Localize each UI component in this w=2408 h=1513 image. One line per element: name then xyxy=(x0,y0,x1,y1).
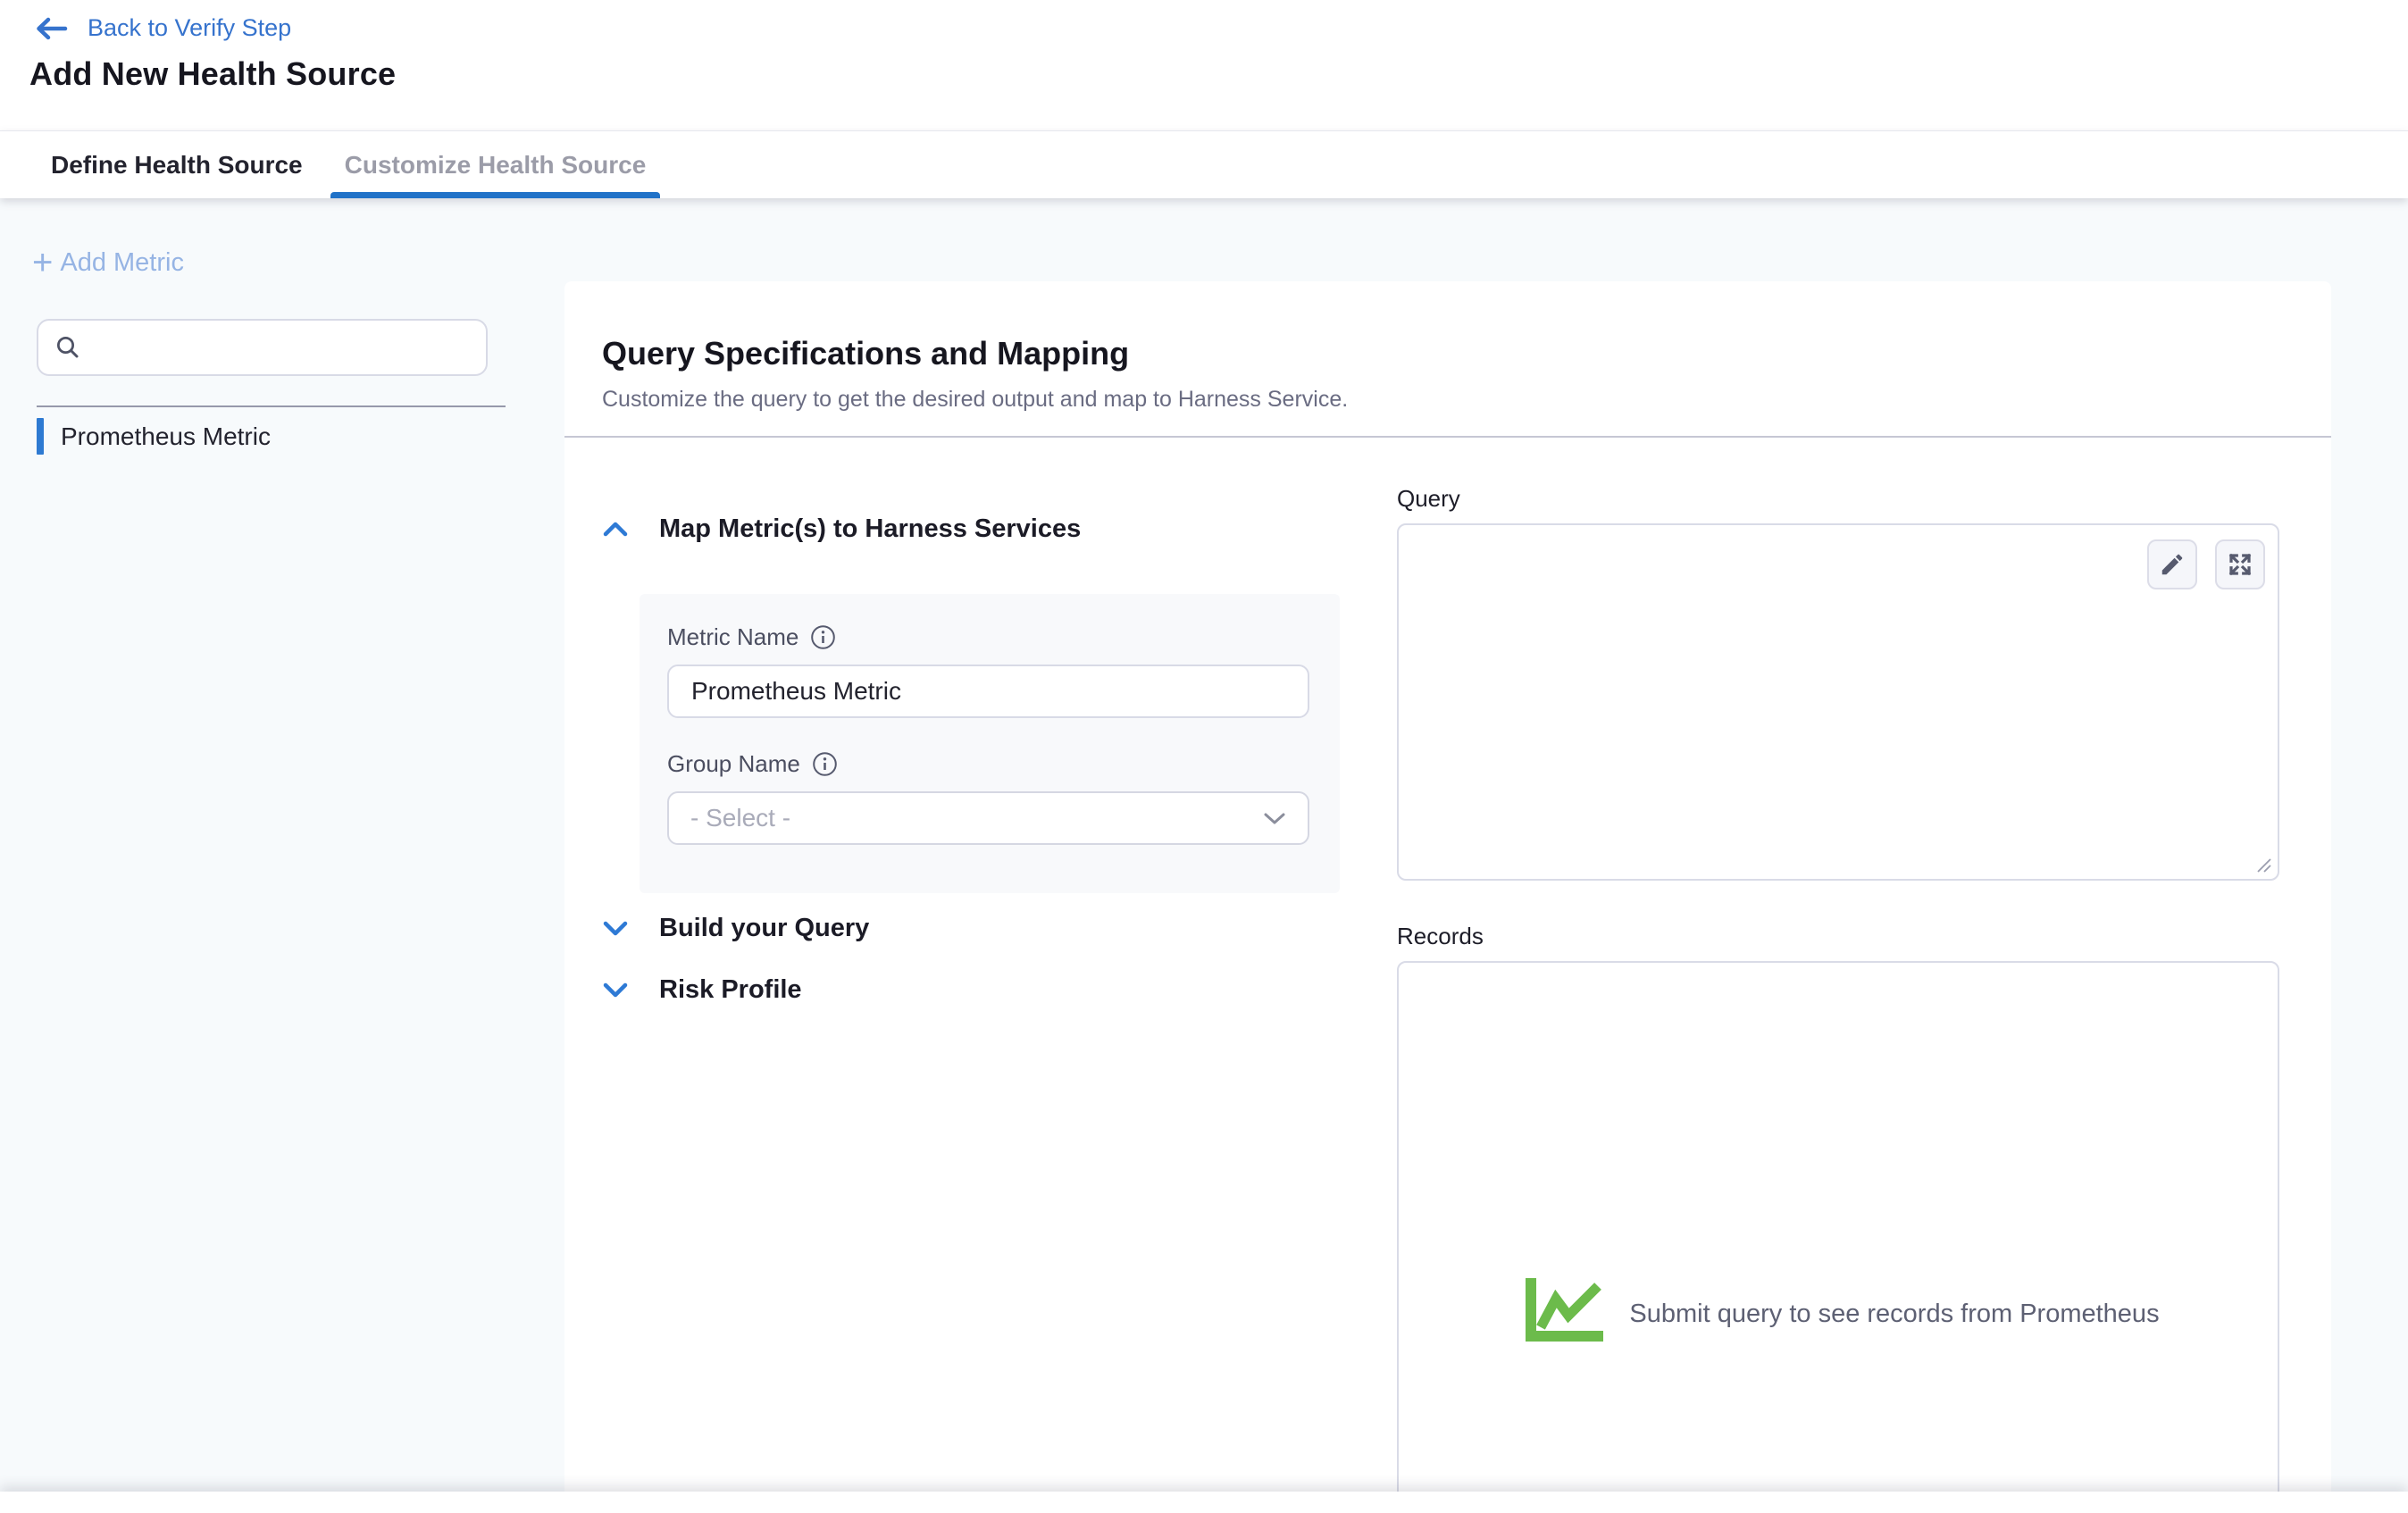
tab-bar: Define Health Source Customize Health So… xyxy=(0,130,2408,198)
arrow-left-icon xyxy=(34,16,68,41)
plus-icon: + xyxy=(32,247,53,278)
add-metric-label: Add Metric xyxy=(60,248,184,278)
records-empty-message: Submit query to see records from Prometh… xyxy=(1629,1300,2159,1329)
chevron-up-icon xyxy=(602,521,629,538)
edit-query-button[interactable] xyxy=(2147,539,2197,589)
panel-subtitle: Customize the query to get the desired o… xyxy=(602,387,2294,413)
metric-item-label: Prometheus Metric xyxy=(61,422,271,451)
info-icon[interactable] xyxy=(810,624,836,650)
panel-header: Query Specifications and Mapping Customi… xyxy=(564,281,2331,438)
tab-customize-label: Customize Health Source xyxy=(345,151,647,180)
records-panel: Submit query to see records from Prometh… xyxy=(1397,961,2279,1513)
search-icon xyxy=(54,334,81,361)
query-label: Query xyxy=(1397,485,1460,513)
fullscreen-query-button[interactable] xyxy=(2215,539,2265,589)
info-icon[interactable] xyxy=(812,751,838,777)
group-name-label-row: Group Name xyxy=(667,750,1312,778)
section-label: Build your Query xyxy=(659,914,869,943)
page-title: Add New Health Source xyxy=(29,55,396,93)
query-specifications-panel: Query Specifications and Mapping Customi… xyxy=(564,281,2331,1513)
section-risk-profile[interactable]: Risk Profile xyxy=(602,975,802,1005)
query-editor xyxy=(1397,523,2279,881)
add-metric-button[interactable]: + Add Metric xyxy=(32,247,184,278)
metrics-sidebar: + Add Metric Prometheus Metric xyxy=(0,198,564,1513)
group-name-select[interactable]: - Select - xyxy=(667,791,1309,845)
metric-search xyxy=(37,319,488,376)
metric-name-label: Metric Name xyxy=(667,623,798,651)
metric-list-item-prometheus[interactable]: Prometheus Metric xyxy=(37,418,271,455)
chevron-down-icon xyxy=(1263,812,1286,825)
records-label: Records xyxy=(1397,923,1484,950)
records-empty-state: Submit query to see records from Prometh… xyxy=(1399,1277,2278,1350)
section-label: Risk Profile xyxy=(659,975,802,1005)
line-chart-icon xyxy=(1517,1277,1606,1350)
metric-mapping-card: Metric Name Group Name xyxy=(640,594,1340,893)
resize-grip[interactable] xyxy=(2252,853,2273,874)
section-label: Map Metric(s) to Harness Services xyxy=(659,514,1081,544)
app-screen: Back to Verify Step Add New Health Sourc… xyxy=(0,0,2408,1513)
back-link-label: Back to Verify Step xyxy=(88,14,291,42)
metric-name-label-row: Metric Name xyxy=(667,623,1312,651)
pencil-icon xyxy=(2159,551,2186,578)
section-build-your-query[interactable]: Build your Query xyxy=(602,914,869,943)
section-map-metrics[interactable]: Map Metric(s) to Harness Services xyxy=(602,514,1081,544)
tab-define-health-source[interactable]: Define Health Source xyxy=(37,131,317,198)
content-area: + Add Metric Prometheus Metric Query Spe… xyxy=(0,198,2408,1513)
expand-arrows-icon xyxy=(2227,551,2253,578)
back-link[interactable]: Back to Verify Step xyxy=(34,14,291,42)
chevron-down-icon xyxy=(602,920,629,937)
query-actions xyxy=(2147,539,2265,589)
select-placeholder: - Select - xyxy=(690,804,790,832)
group-name-label: Group Name xyxy=(667,750,800,778)
tab-define-label: Define Health Source xyxy=(51,151,303,180)
metric-name-input[interactable] xyxy=(667,665,1309,718)
tab-customize-health-source[interactable]: Customize Health Source xyxy=(330,131,661,198)
panel-title: Query Specifications and Mapping xyxy=(602,335,2294,372)
panel-body: Map Metric(s) to Harness Services Metric… xyxy=(564,438,2331,1513)
search-input[interactable] xyxy=(92,333,470,363)
sidebar-divider xyxy=(37,405,506,407)
selected-indicator-bar xyxy=(37,418,44,455)
footer-bar xyxy=(0,1492,2408,1513)
chevron-down-icon xyxy=(602,982,629,999)
query-textarea[interactable] xyxy=(1399,525,2278,879)
page-header: Back to Verify Step Add New Health Sourc… xyxy=(0,0,2408,198)
